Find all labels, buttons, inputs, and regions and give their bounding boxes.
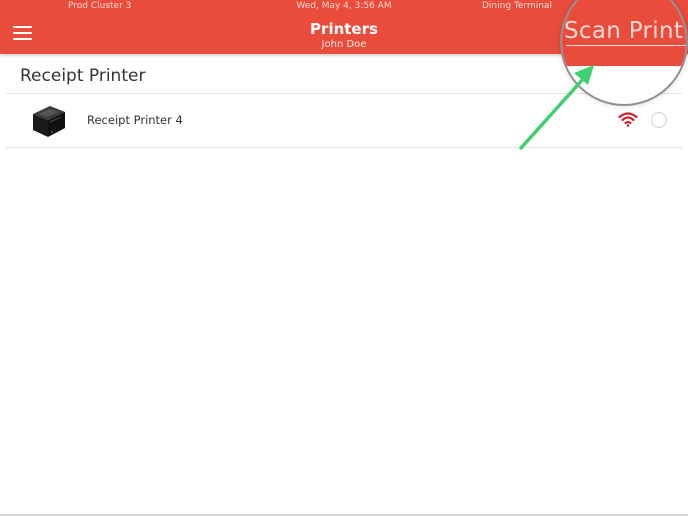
select-printer-radio[interactable] bbox=[651, 112, 667, 128]
receipt-printer-icon bbox=[33, 106, 65, 137]
section-title: Receipt Printer bbox=[20, 66, 146, 86]
printer-row[interactable]: Receipt Printer 4 bbox=[6, 94, 682, 147]
magnifier-callout: Scan Print bbox=[560, 0, 688, 106]
wifi-icon bbox=[618, 112, 638, 127]
terminal-label: Dining Terminal bbox=[482, 1, 552, 11]
magnified-underline bbox=[566, 45, 686, 46]
scan-print-button[interactable]: Scan Print bbox=[564, 18, 683, 44]
divider bbox=[6, 147, 682, 148]
printer-name: Receipt Printer 4 bbox=[87, 113, 183, 127]
